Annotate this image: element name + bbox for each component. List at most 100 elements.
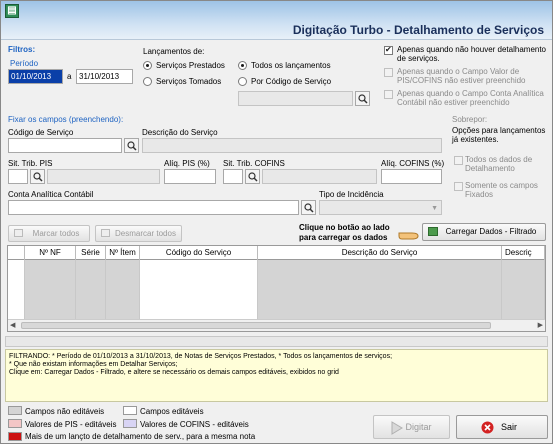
periodo-label: Período: [10, 59, 39, 68]
window-title: Digitação Turbo - Detalhamento de Serviç…: [292, 23, 544, 37]
sit-trib-pis-lookup-button[interactable]: [30, 169, 45, 184]
aliq-pis-field[interactable]: [164, 169, 216, 184]
legend-mais-label: Mais de um lançto de detalhamento de ser…: [25, 432, 256, 441]
desmarcar-todos-button[interactable]: Desmarcar todos: [95, 225, 182, 242]
main-window: ▤ Digitação Turbo - Detalhamento de Serv…: [0, 0, 553, 444]
legend-pis-swatch: [8, 419, 22, 428]
sobrepor-text: Opções para lançamentos já existentes.: [452, 126, 546, 144]
play-arrow-icon: [391, 421, 403, 435]
sit-trib-pis-field[interactable]: [8, 169, 28, 184]
sit-trib-cofins-desc-field: [262, 169, 377, 184]
legend-mais-swatch: [8, 432, 22, 441]
col-header-item[interactable]: Nº Ítem: [106, 246, 140, 260]
legend-editaveis-label: Campos editáveis: [140, 407, 204, 416]
aliq-pis-label: Alíq. PIS (%): [164, 159, 210, 168]
tipo-incidencia-label: Tipo de Incidência: [319, 190, 384, 199]
tipo-incidencia-select[interactable]: ▼: [319, 200, 442, 215]
check-sem-detalhamento[interactable]: [384, 45, 393, 55]
deselect-all-icon: [101, 229, 110, 237]
lancamentos-heading: Lançamentos de:: [143, 47, 205, 56]
conta-analitica-field[interactable]: [8, 200, 299, 215]
codigo-servico-lookup-button[interactable]: [124, 138, 139, 153]
todos-lancamentos-label: Todos os lançamentos: [251, 61, 331, 70]
col-header-serie[interactable]: Série: [76, 246, 106, 260]
filtros-heading: Filtros:: [8, 45, 36, 54]
digitar-label: Digitar: [405, 422, 432, 432]
col-header-descricao-2[interactable]: Descriç: [502, 246, 545, 260]
servicos-tomados-label: Serviços Tomados: [156, 77, 222, 86]
search-icon: [248, 172, 258, 182]
sit-trib-pis-desc-field: [47, 169, 160, 184]
grid-horizontal-scrollbar[interactable]: ◀ ▶: [8, 319, 545, 331]
legend-editaveis-swatch: [123, 406, 137, 415]
check-conta-analitica-vazio: [384, 90, 393, 99]
pointing-hand-icon: [398, 232, 419, 240]
conta-analitica-label: Conta Analítica Contábil: [8, 190, 94, 199]
scroll-left-icon[interactable]: ◀: [10, 321, 15, 329]
descricao-servico-label: Descrição do Serviço: [142, 128, 218, 137]
date-to-field[interactable]: 31/10/2013: [76, 69, 133, 84]
radio-todos-lancamentos[interactable]: [238, 61, 247, 70]
grid-header-indicator: [8, 246, 25, 260]
por-codigo-label: Por Código de Serviço: [251, 77, 332, 86]
title-bar: ▤ Digitação Turbo - Detalhamento de Serv…: [1, 1, 552, 40]
codigo-servico-filter-field: [238, 91, 353, 106]
carregar-dados-label: Carregar Dados - Filtrado: [445, 227, 537, 236]
codigo-filter-lookup-button[interactable]: [355, 91, 370, 106]
codigo-servico-label: Código de Serviço: [8, 128, 74, 137]
search-icon: [304, 203, 314, 213]
info-line-1: FILTRANDO: * Período de 01/10/2013 a 31/…: [9, 353, 393, 360]
scroll-thumb[interactable]: [21, 322, 491, 329]
sair-button[interactable]: Sair: [456, 415, 548, 439]
load-data-icon: [428, 227, 438, 236]
sit-trib-cofins-label: Sit. Trib. COFINS: [223, 159, 285, 168]
servicos-prestados-label: Serviços Prestados: [156, 61, 225, 70]
marcar-todos-button[interactable]: Marcar todos: [8, 225, 90, 242]
chevron-down-icon: ▼: [431, 205, 438, 212]
check-conta-analitica-label: Apenas quando o Campo Conta Analítica Co…: [397, 89, 544, 107]
fixar-heading: Fixar os campos (preenchendo):: [8, 115, 124, 124]
aliq-cofins-field[interactable]: [381, 169, 442, 184]
row-indicator: [8, 260, 25, 319]
cell-descricao: [258, 260, 502, 319]
carregar-hint: Clique no botão ao lado para carregar os…: [299, 223, 390, 242]
grid-header: Nº NF Série Nº Ítem Código do Serviço De…: [8, 246, 545, 260]
radio-por-codigo[interactable]: [238, 77, 247, 86]
legend-pis-label: Valores de PIS - editáveis: [25, 420, 117, 429]
radio-servicos-tomados[interactable]: [143, 77, 152, 86]
digitar-button[interactable]: Digitar: [373, 415, 450, 439]
sobrepor-heading: Sobrepor:: [452, 115, 488, 124]
check-somente-fixados: [454, 182, 463, 191]
carregar-dados-button[interactable]: Carregar Dados - Filtrado: [422, 223, 546, 241]
sit-trib-cofins-field[interactable]: [223, 169, 243, 184]
col-header-descricao[interactable]: Descrição do Serviço: [258, 246, 502, 260]
cell-codigo[interactable]: [140, 260, 258, 319]
legend-nao-editaveis-label: Campos não editáveis: [25, 407, 105, 416]
status-strip: [5, 336, 548, 347]
scroll-right-icon[interactable]: ▶: [538, 321, 543, 329]
aliq-cofins-label: Alíq. COFINS (%): [381, 159, 445, 168]
grid-row[interactable]: [8, 260, 545, 319]
filter-info-panel: FILTRANDO: * Período de 01/10/2013 a 31/…: [5, 349, 548, 402]
date-from-field[interactable]: 01/10/2013: [8, 69, 63, 84]
col-header-nf[interactable]: Nº NF: [25, 246, 76, 260]
cell-nf: [25, 260, 76, 319]
sair-label: Sair: [500, 422, 517, 432]
check-sem-detalhamento-label: Apenas quando não houver detalhamento de…: [397, 45, 547, 63]
search-icon: [358, 94, 368, 104]
legend-cofins-swatch: [123, 419, 137, 428]
conta-analitica-lookup-button[interactable]: [301, 200, 316, 215]
search-icon: [33, 172, 43, 182]
legend-nao-editaveis-swatch: [8, 406, 22, 415]
detalhamento-grid[interactable]: Nº NF Série Nº Ítem Código do Serviço De…: [7, 245, 546, 332]
cell-serie: [76, 260, 106, 319]
codigo-servico-field[interactable]: [8, 138, 122, 153]
app-icon: ▤: [5, 4, 19, 18]
cell-item: [106, 260, 140, 319]
select-all-icon: [14, 229, 23, 237]
todos-dados-label: Todos os dados de Detalhamento: [465, 155, 533, 173]
sit-trib-cofins-lookup-button[interactable]: [245, 169, 260, 184]
radio-servicos-prestados[interactable]: [143, 61, 152, 70]
check-pis-cofins-vazio: [384, 68, 393, 77]
col-header-codigo[interactable]: Código do Serviço: [140, 246, 258, 260]
